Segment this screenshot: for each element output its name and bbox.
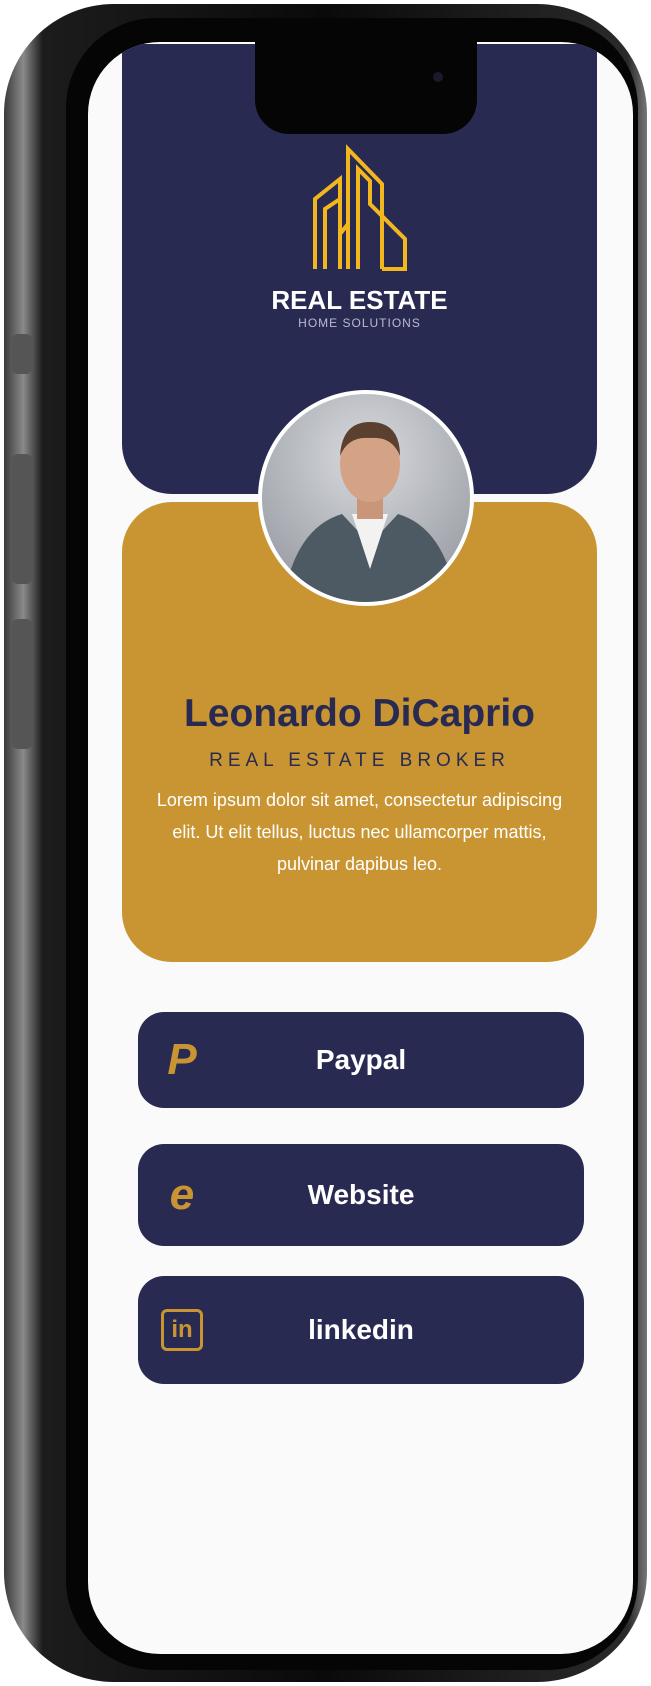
linkedin-button[interactable]: in linkedin [138,1276,584,1384]
paypal-button[interactable]: P Paypal [138,1012,584,1108]
profile-role: REAL ESTATE BROKER [209,750,510,771]
internet-explorer-icon: e [169,1170,195,1219]
camera-icon [433,72,443,82]
mute-switch [12,334,32,374]
profile-avatar [258,390,474,606]
website-button[interactable]: e Website [138,1144,584,1246]
paypal-icon: P [167,1035,197,1084]
notch [255,42,477,134]
logo-title: REAL ESTATE [271,285,448,315]
profile-bio: Lorem ipsum dolor sit amet, consectetur … [156,790,563,874]
volume-down-button [12,619,32,749]
screen: REAL ESTATE HOME SOLUTIONS Leonardo DiCa… [88,42,633,1654]
logo: REAL ESTATE HOME SOLUTIONS [122,144,597,330]
logo-subtitle: HOME SOLUTIONS [298,316,421,330]
volume-up-button [12,454,32,584]
linkedin-icon: in [158,1306,206,1354]
building-logo-icon [312,144,407,271]
person-photo-icon [283,422,457,602]
profile-name: Leonardo DiCaprio [183,692,536,735]
phone-frame: REAL ESTATE HOME SOLUTIONS Leonardo DiCa… [4,4,647,1682]
